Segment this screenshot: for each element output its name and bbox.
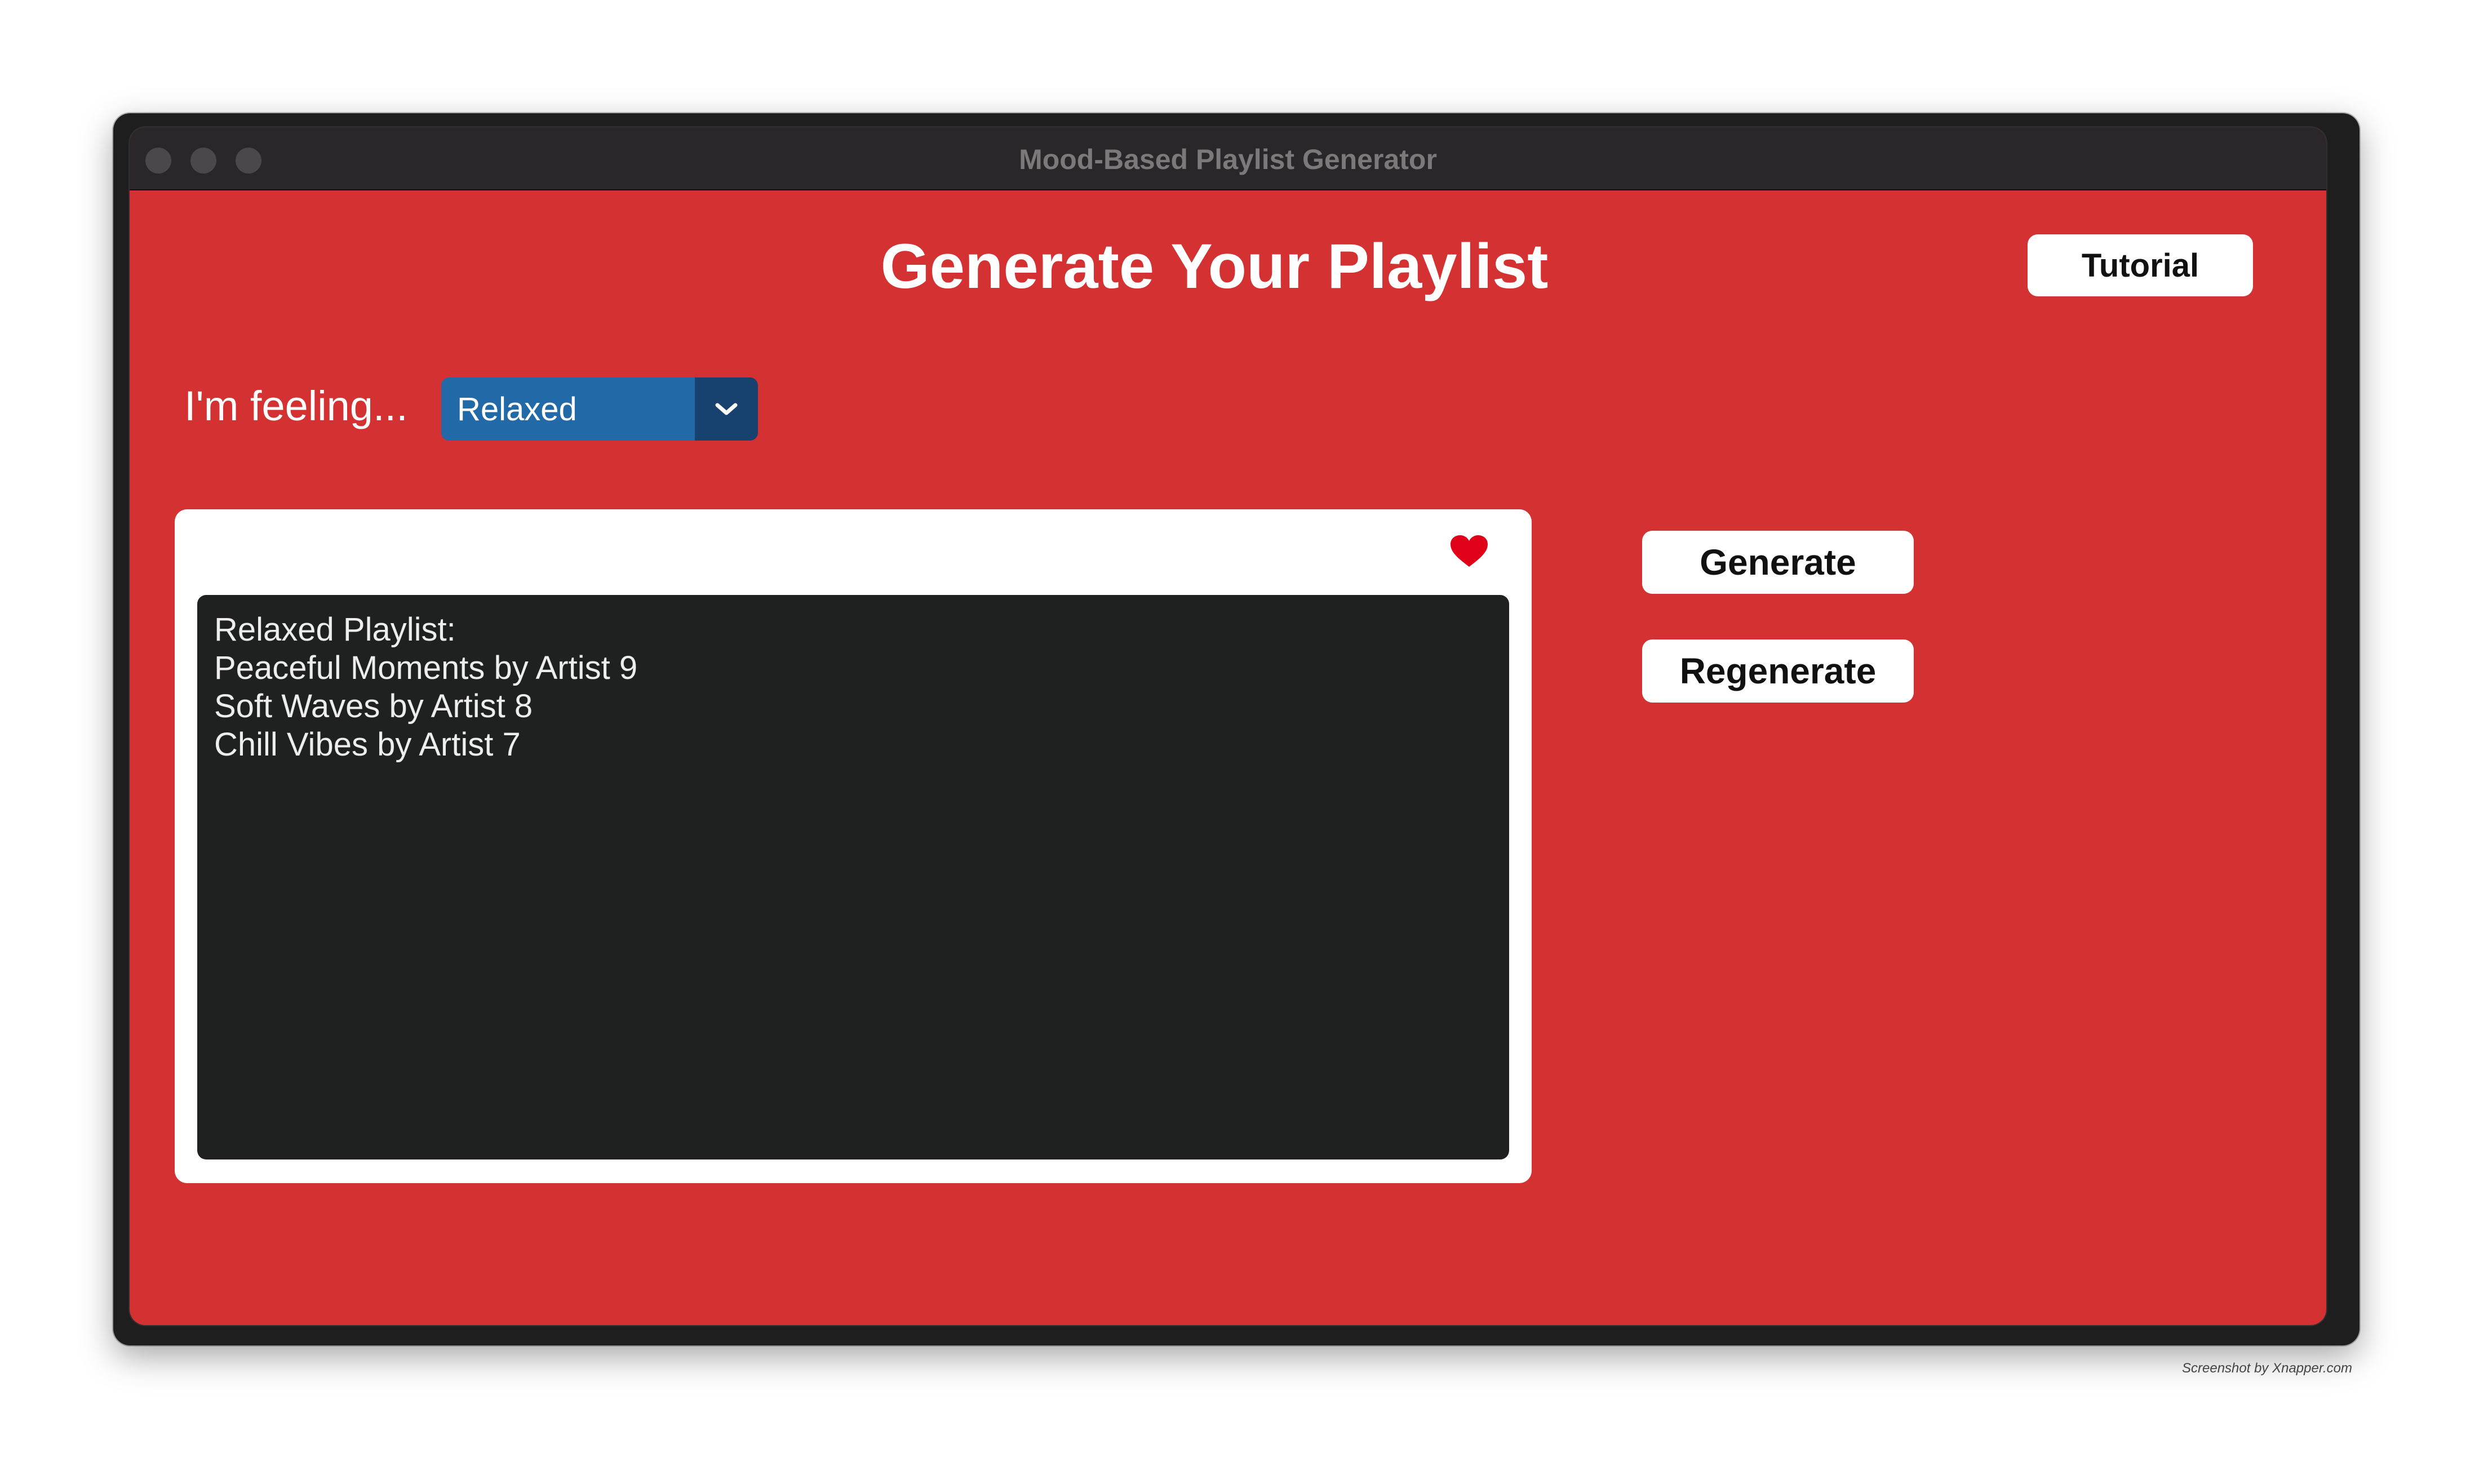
page-title: Generate Your Playlist <box>880 231 1549 301</box>
regenerate-button[interactable]: Regenerate <box>1642 639 1914 703</box>
tutorial-button[interactable]: Tutorial <box>2028 234 2253 296</box>
screenshot-credit: Screenshot by Xnapper.com <box>2182 1361 2352 1376</box>
playlist-output[interactable]: Relaxed Playlist: Peaceful Moments by Ar… <box>197 595 1509 1159</box>
playlist-card: Relaxed Playlist: Peaceful Moments by Ar… <box>175 509 1532 1183</box>
generate-button[interactable]: Generate <box>1642 531 1914 594</box>
heart-icon[interactable] <box>1449 534 1489 568</box>
mood-select[interactable]: Relaxed <box>441 377 758 441</box>
main-content: Generate Your Playlist Tutorial I'm feel… <box>130 190 2326 1325</box>
mood-select-value: Relaxed <box>441 377 695 441</box>
mood-select-toggle[interactable] <box>695 377 758 441</box>
chevron-down-icon <box>715 403 738 415</box>
app-window: Mood-Based Playlist Generator Generate Y… <box>130 127 2326 1325</box>
playlist-track: Chill Vibes by Artist 7 <box>214 726 521 763</box>
playlist-track: Peaceful Moments by Artist 9 <box>214 650 638 686</box>
title-bar: Mood-Based Playlist Generator <box>130 127 2326 190</box>
playlist-track: Soft Waves by Artist 8 <box>214 688 533 725</box>
playlist-heading: Relaxed Playlist: <box>214 611 456 648</box>
window-title: Mood-Based Playlist Generator <box>1019 144 1437 175</box>
mood-label: I'm feeling... <box>184 383 408 429</box>
